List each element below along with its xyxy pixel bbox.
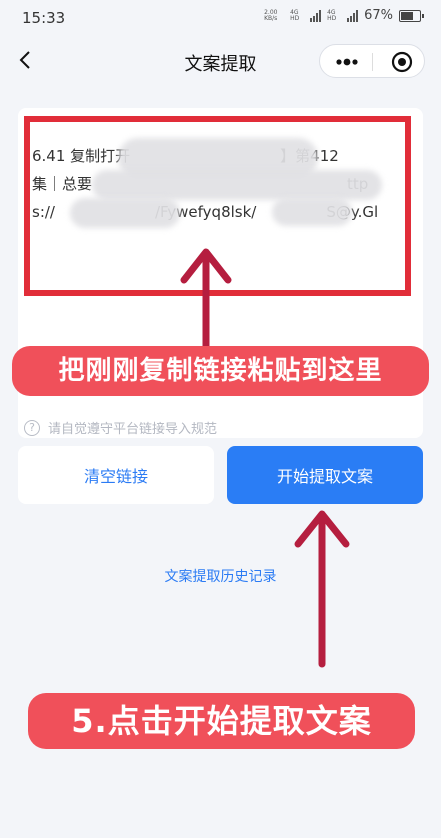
capsule-divider xyxy=(372,53,373,71)
battery-icon xyxy=(399,9,424,22)
history-link[interactable]: 文案提取历史记录 xyxy=(0,566,441,586)
network-type-1: 4G HD xyxy=(290,8,300,22)
status-time: 15:33 xyxy=(22,9,66,27)
start-extract-button[interactable]: 开始提取文案 xyxy=(227,446,423,504)
status-icons: 2.00 KB/s 4G HD 4G HD 67% xyxy=(264,8,424,23)
arrow-up-icon-2 xyxy=(294,510,350,668)
status-bar: 15:33 2.00 KB/s 4G HD 4G HD 67% xyxy=(0,0,441,36)
step-hint-annotation: 5.点击开始提取文案 xyxy=(28,693,415,749)
signal-icon-2 xyxy=(347,9,359,22)
arrow-up-icon xyxy=(180,248,232,352)
notice-row: ? 请自觉遵守平台链接导入规范 xyxy=(24,418,217,437)
more-dots-icon[interactable] xyxy=(328,49,366,75)
notice-text: 请自觉遵守平台链接导入规范 xyxy=(48,422,218,437)
target-close-icon[interactable] xyxy=(390,50,414,74)
mini-program-capsule xyxy=(319,44,425,78)
battery-text: 67% xyxy=(364,8,393,23)
question-icon[interactable]: ? xyxy=(24,419,40,436)
network-speed: 2.00 KB/s xyxy=(264,8,278,22)
signal-icon xyxy=(310,9,322,22)
paste-hint-annotation: 把刚刚复制链接粘贴到这里 xyxy=(12,346,429,396)
nav-bar: 文案提取 xyxy=(0,36,441,86)
clear-link-button[interactable]: 清空链接 xyxy=(18,446,214,504)
network-type-2: 4G HD xyxy=(327,8,337,22)
